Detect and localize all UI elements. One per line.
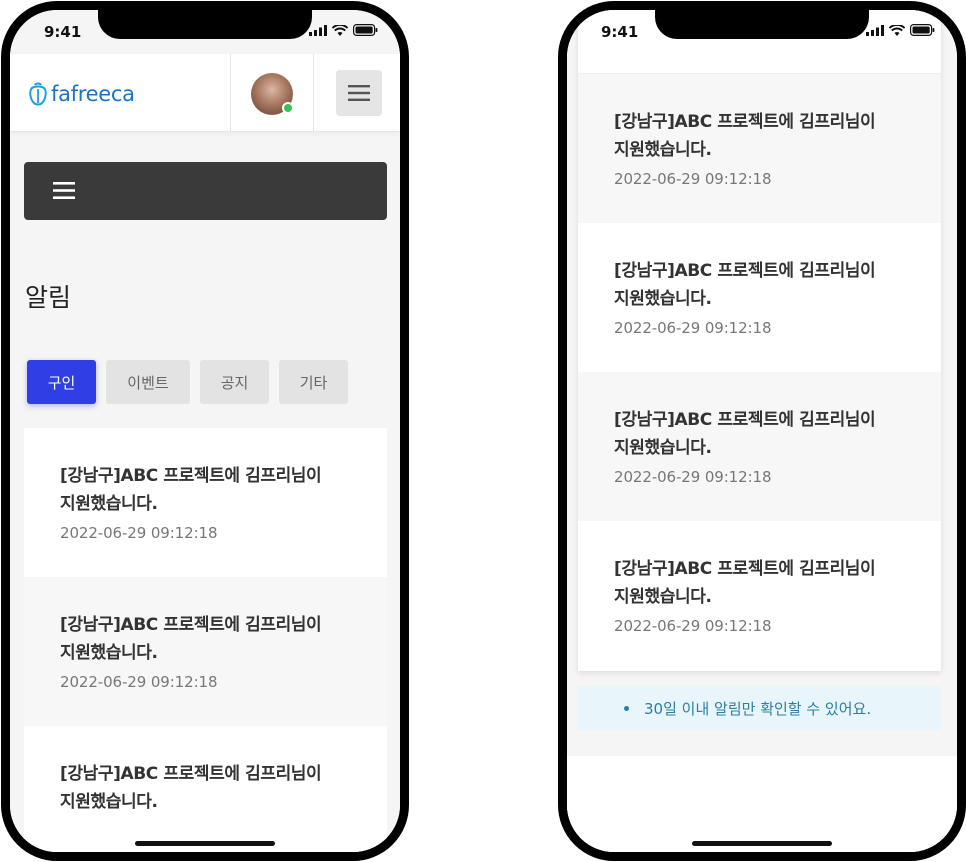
list-item[interactable]: [강남구]ABC 프로젝트에 김프리님이 지원했습니다. 2022-06-29 … — [24, 428, 387, 577]
notification-title: [강남구]ABC 프로젝트에 김프리님이 지원했습니다. — [614, 410, 876, 458]
battery-icon — [353, 24, 378, 36]
list-item[interactable]: [강남구]ABC 프로젝트에 김프리님이 지원했습니다. — [24, 726, 387, 852]
status-icons — [309, 24, 378, 36]
wifi-icon — [889, 24, 905, 36]
list-item[interactable]: [강남구]ABC 프로젝트에 김프리님이 지원했습니다. 2022-06-29 … — [578, 74, 941, 223]
screen-left: fafreeca 알림 구인 이벤트 공지 기타 [강남구]ABC 프로젝트에 … — [10, 10, 400, 852]
online-status-badge — [282, 102, 294, 114]
notification-title: [강남구]ABC 프로젝트에 김프리님이 지원했습니다. — [60, 764, 322, 812]
category-menu-bar[interactable] — [24, 162, 387, 220]
notification-title: [강남구]ABC 프로젝트에 김프리님이 지원했습니다. — [60, 466, 322, 514]
phone-frame-left: fafreeca 알림 구인 이벤트 공지 기타 [강남구]ABC 프로젝트에 … — [1, 1, 409, 861]
list-item[interactable]: [강남구]ABC 프로젝트에 김프리님이 지원했습니다. 2022-06-29 … — [24, 577, 387, 726]
notification-date: 2022-06-29 09:12:18 — [614, 617, 772, 635]
notification-title: [강남구]ABC 프로젝트에 김프리님이 지원했습니다. — [614, 112, 876, 160]
tab-recruit[interactable]: 구인 — [27, 360, 96, 404]
retention-info-text: 30일 이내 알림만 확인할 수 있어요. — [644, 699, 872, 718]
notification-title: [강남구]ABC 프로젝트에 김프리님이 지원했습니다. — [614, 559, 876, 607]
notification-title: [강남구]ABC 프로젝트에 김프리님이 지원했습니다. — [60, 615, 322, 663]
list-item[interactable]: [강남구]ABC 프로젝트에 김프리님이 지원했습니다. 2022-06-29 … — [578, 521, 941, 670]
battery-icon — [910, 24, 935, 36]
status-bar: 9:41 — [10, 10, 400, 54]
notification-list: [강남구]ABC 프로젝트에 김프리님이 지원했습니다. 2022-06-29 … — [578, 10, 941, 671]
cellular-signal-icon — [866, 24, 884, 36]
header-divider — [313, 54, 314, 131]
status-icons — [866, 24, 935, 36]
list-item[interactable]: [강남구]ABC 프로젝트에 김프리님이 지원했습니다. 2022-06-29 … — [578, 223, 941, 372]
tab-etc[interactable]: 기타 — [279, 360, 348, 404]
header-divider — [230, 54, 231, 131]
page-title: 알림 — [25, 283, 72, 312]
tab-event[interactable]: 이벤트 — [106, 360, 190, 404]
hamburger-icon[interactable] — [53, 182, 75, 199]
notification-date: 2022-06-29 09:12:18 — [60, 524, 218, 542]
cellular-signal-icon — [309, 24, 327, 36]
bullet-icon — [624, 706, 629, 711]
logo[interactable]: fafreeca — [28, 82, 135, 106]
list-item[interactable]: [강남구]ABC 프로젝트에 김프리님이 지원했습니다. 2022-06-29 … — [578, 372, 941, 521]
notification-list: [강남구]ABC 프로젝트에 김프리님이 지원했습니다. 2022-06-29 … — [24, 428, 387, 852]
home-indicator — [692, 841, 832, 846]
logo-text: fafreeca — [51, 82, 135, 106]
phone-frame-right: [강남구]ABC 프로젝트에 김프리님이 지원했습니다. 2022-06-29 … — [558, 1, 966, 861]
footer-area — [567, 756, 957, 852]
notification-tabs: 구인 이벤트 공지 기타 — [27, 360, 348, 404]
menu-button[interactable] — [336, 70, 382, 116]
pepper-logo-icon — [29, 82, 47, 106]
status-time: 9:41 — [44, 23, 82, 41]
screen-right: [강남구]ABC 프로젝트에 김프리님이 지원했습니다. 2022-06-29 … — [567, 10, 957, 852]
notification-date: 2022-06-29 09:12:18 — [614, 319, 772, 337]
notification-date: 2022-06-29 09:12:18 — [614, 468, 772, 486]
notification-date: 2022-06-29 09:12:18 — [60, 673, 218, 691]
tab-notice[interactable]: 공지 — [200, 360, 269, 404]
wifi-icon — [332, 24, 348, 36]
avatar[interactable] — [251, 73, 294, 115]
app-header: fafreeca — [10, 54, 400, 132]
home-indicator — [135, 841, 275, 846]
status-time: 9:41 — [601, 23, 639, 41]
retention-info-box: 30일 이내 알림만 확인할 수 있어요. — [578, 686, 941, 730]
status-bar: 9:41 — [567, 10, 957, 54]
hamburger-icon — [348, 85, 370, 101]
notification-date: 2022-06-29 09:12:18 — [614, 170, 772, 188]
notification-title: [강남구]ABC 프로젝트에 김프리님이 지원했습니다. — [614, 261, 876, 309]
